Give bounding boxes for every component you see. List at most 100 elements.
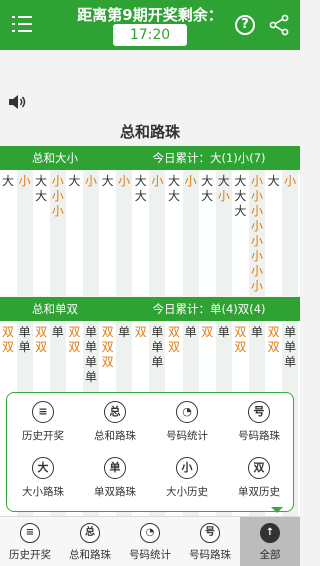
popup-item-big-small-history[interactable]: 小大小历史: [151, 457, 223, 509]
road-column: 大: [100, 170, 116, 296]
road-cell: 大: [234, 204, 247, 218]
road-cell: 大: [201, 189, 214, 203]
road-cell: 双: [1, 340, 14, 354]
nav-item-label: 全部: [259, 549, 281, 561]
popup-item-label: 总和路珠: [94, 430, 136, 442]
road-cell: 双: [35, 325, 48, 339]
nav-item-number-road[interactable]: 号号码路珠: [180, 517, 240, 566]
road-cell: 双: [101, 340, 114, 354]
road-cell: 单: [151, 325, 164, 339]
road-cell: 双: [68, 325, 81, 339]
road-cell: 单: [18, 325, 31, 339]
nav-item-all[interactable]: ↑ 全部: [240, 517, 300, 566]
road-cell: 双: [267, 340, 280, 354]
nav-item-number-stats[interactable]: ◔ 号码统计: [120, 517, 180, 566]
road-cell: 单: [18, 340, 31, 354]
help-icon[interactable]: ?: [235, 15, 255, 35]
sum-road-icon: 总: [104, 401, 126, 423]
popup-item-odd-even-history[interactable]: 双单双历史: [223, 457, 295, 509]
nav-item-label: 总和路珠: [69, 549, 111, 561]
road-cell: 单: [118, 325, 131, 339]
nav-item-sum-road[interactable]: 总总和路珠: [60, 517, 120, 566]
road-column: 大大大: [232, 170, 248, 296]
road-cell: 小: [250, 174, 263, 188]
road-cell: 小: [250, 189, 263, 203]
popup-item-label: 号码统计: [166, 430, 208, 442]
road-cell: 小: [84, 174, 97, 188]
popup-item-odd-even-road[interactable]: 单单双路珠: [79, 457, 151, 509]
road-cell: 单: [284, 355, 297, 369]
popup-item-number-road[interactable]: 号号码路珠: [223, 401, 295, 453]
number-road-icon: 号: [248, 401, 270, 423]
big-small-history-icon: 小: [176, 457, 198, 479]
road-cell: 单: [151, 355, 164, 369]
popup-item-label: 历史开奖: [22, 430, 64, 442]
speaker-icon[interactable]: [8, 94, 28, 110]
odd-even-tally: 今日累计：单(4)双(4): [152, 302, 266, 316]
road-cell: 小: [250, 249, 263, 263]
popup-pointer: [271, 507, 283, 513]
road-cell: 大: [68, 174, 81, 188]
popup-item-label: 大小路珠: [22, 486, 64, 498]
road-cell: 单: [184, 325, 197, 339]
road-column: 大大: [166, 170, 182, 296]
page-title: 总和路珠: [0, 118, 300, 146]
menu-icon[interactable]: [12, 14, 34, 34]
road-cell: 双: [101, 355, 114, 369]
road-column: 小小小: [49, 170, 66, 296]
road-column: 大大: [33, 170, 49, 296]
more-menu-popup: ≡ 历史开奖 总总和路珠 ◔ 号码统计 号号码路珠大大小路珠单单双路珠小大小历史双单双历史: [6, 392, 294, 512]
number-stats-icon: ◔: [140, 523, 160, 543]
road-cell: 小: [284, 174, 297, 188]
nav-item-label: 历史开奖: [9, 549, 51, 561]
road-cell: 大: [234, 189, 247, 203]
odd-even-road-icon: 单: [104, 457, 126, 479]
road-cell: 小: [250, 264, 263, 278]
road-cell: 双: [167, 340, 180, 354]
road-cell: 小: [184, 174, 197, 188]
road-column: 大大: [199, 170, 215, 296]
road-cell: 单: [284, 325, 297, 339]
odd-even-header: 总和单双 今日累计：单(4)双(4): [0, 297, 300, 321]
road-cell: 小: [118, 174, 131, 188]
road-column: 小: [83, 170, 99, 296]
road-cell: 双: [68, 340, 81, 354]
popup-item-history-draws[interactable]: ≡ 历史开奖: [7, 401, 79, 453]
road-cell: 单: [151, 340, 164, 354]
road-cell: 单: [250, 325, 263, 339]
road-cell: 大: [217, 174, 230, 188]
road-cell: 大: [167, 189, 180, 203]
popup-item-sum-road[interactable]: 总总和路珠: [79, 401, 151, 453]
road-cell: 大: [267, 174, 280, 188]
number-stats-icon: ◔: [176, 401, 198, 423]
road-column: 大小: [215, 170, 232, 296]
road-cell: 大: [101, 174, 114, 188]
road-cell: 大: [1, 174, 14, 188]
big-small-tally: 今日累计：大(1)小(7): [152, 151, 266, 165]
history-draws-icon: ≡: [32, 401, 54, 423]
road-column: 大: [0, 170, 16, 296]
road-cell: 双: [101, 325, 114, 339]
countdown-timer: 17:20: [113, 24, 187, 46]
bottom-nav: ≡ 历史开奖总总和路珠 ◔ 号码统计号号码路珠 ↑ 全部: [0, 516, 300, 566]
road-cell: 小: [217, 189, 230, 203]
road-column: 小小小小小小小小: [249, 170, 265, 296]
road-cell: 小: [250, 279, 263, 293]
nav-item-history-draws[interactable]: ≡ 历史开奖: [0, 517, 60, 566]
road-column: 大: [266, 170, 282, 296]
road-cell: 双: [35, 340, 48, 354]
road-cell: 双: [167, 325, 180, 339]
popup-item-big-small-road[interactable]: 大大小路珠: [7, 457, 79, 509]
odd-even-history-icon: 双: [248, 457, 270, 479]
road-cell: 双: [134, 325, 147, 339]
road-cell: 小: [250, 204, 263, 218]
all-icon: ↑: [260, 523, 280, 543]
share-icon[interactable]: [268, 14, 290, 36]
road-cell: 小: [51, 174, 64, 188]
road-cell: 小: [250, 219, 263, 233]
countdown-title: 距离第9期开奖剩余：: [77, 6, 223, 24]
road-cell: 单: [51, 325, 64, 339]
popup-item-number-stats[interactable]: ◔ 号码统计: [151, 401, 223, 453]
road-column: 大大: [133, 170, 149, 296]
road-column: 小: [149, 170, 166, 296]
